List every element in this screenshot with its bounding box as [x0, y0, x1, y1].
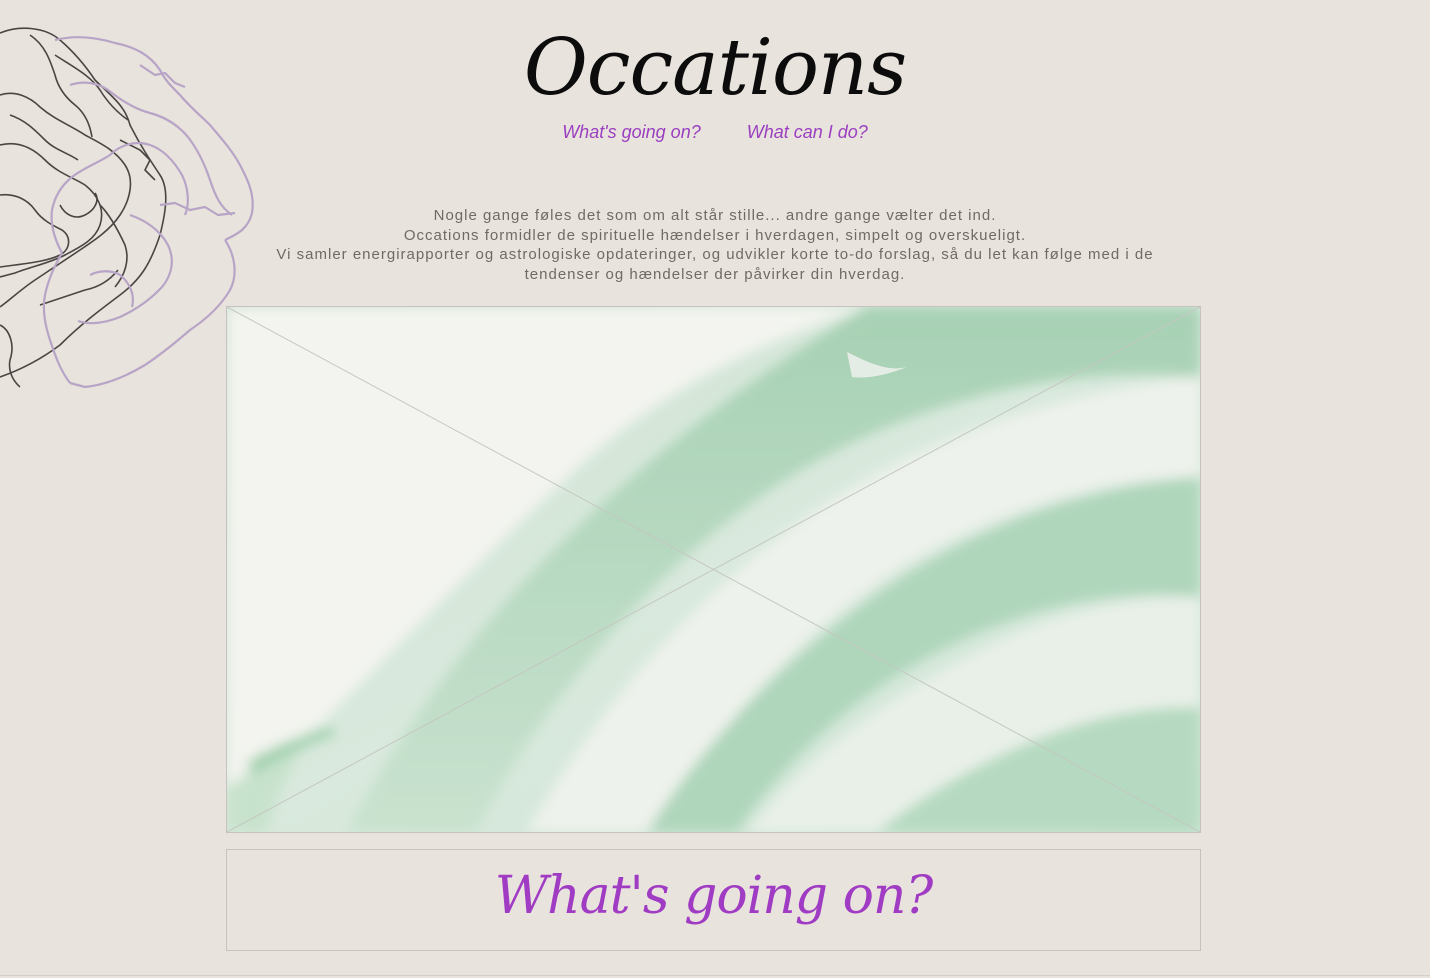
main-nav: What's going on? What can I do?	[0, 122, 1430, 143]
divider	[0, 975, 1430, 976]
image-placeholder-cross-icon	[227, 307, 1200, 832]
section-heading-box: What's going on?	[226, 849, 1201, 951]
intro-line: Vi samler energirapporter og astrologisk…	[276, 246, 1154, 284]
nav-link-what-can-i-do[interactable]: What can I do?	[747, 122, 868, 143]
hero-image	[226, 306, 1201, 833]
intro-text: Nogle gange føles det som om alt står st…	[236, 206, 1194, 285]
section-heading: What's going on?	[494, 866, 934, 926]
nav-link-whats-going-on[interactable]: What's going on?	[562, 122, 701, 143]
intro-line: Nogle gange føles det som om alt står st…	[433, 207, 997, 224]
site-title: Occations	[523, 23, 907, 113]
intro-line: Occations formidler de spirituelle hænde…	[403, 226, 1027, 244]
